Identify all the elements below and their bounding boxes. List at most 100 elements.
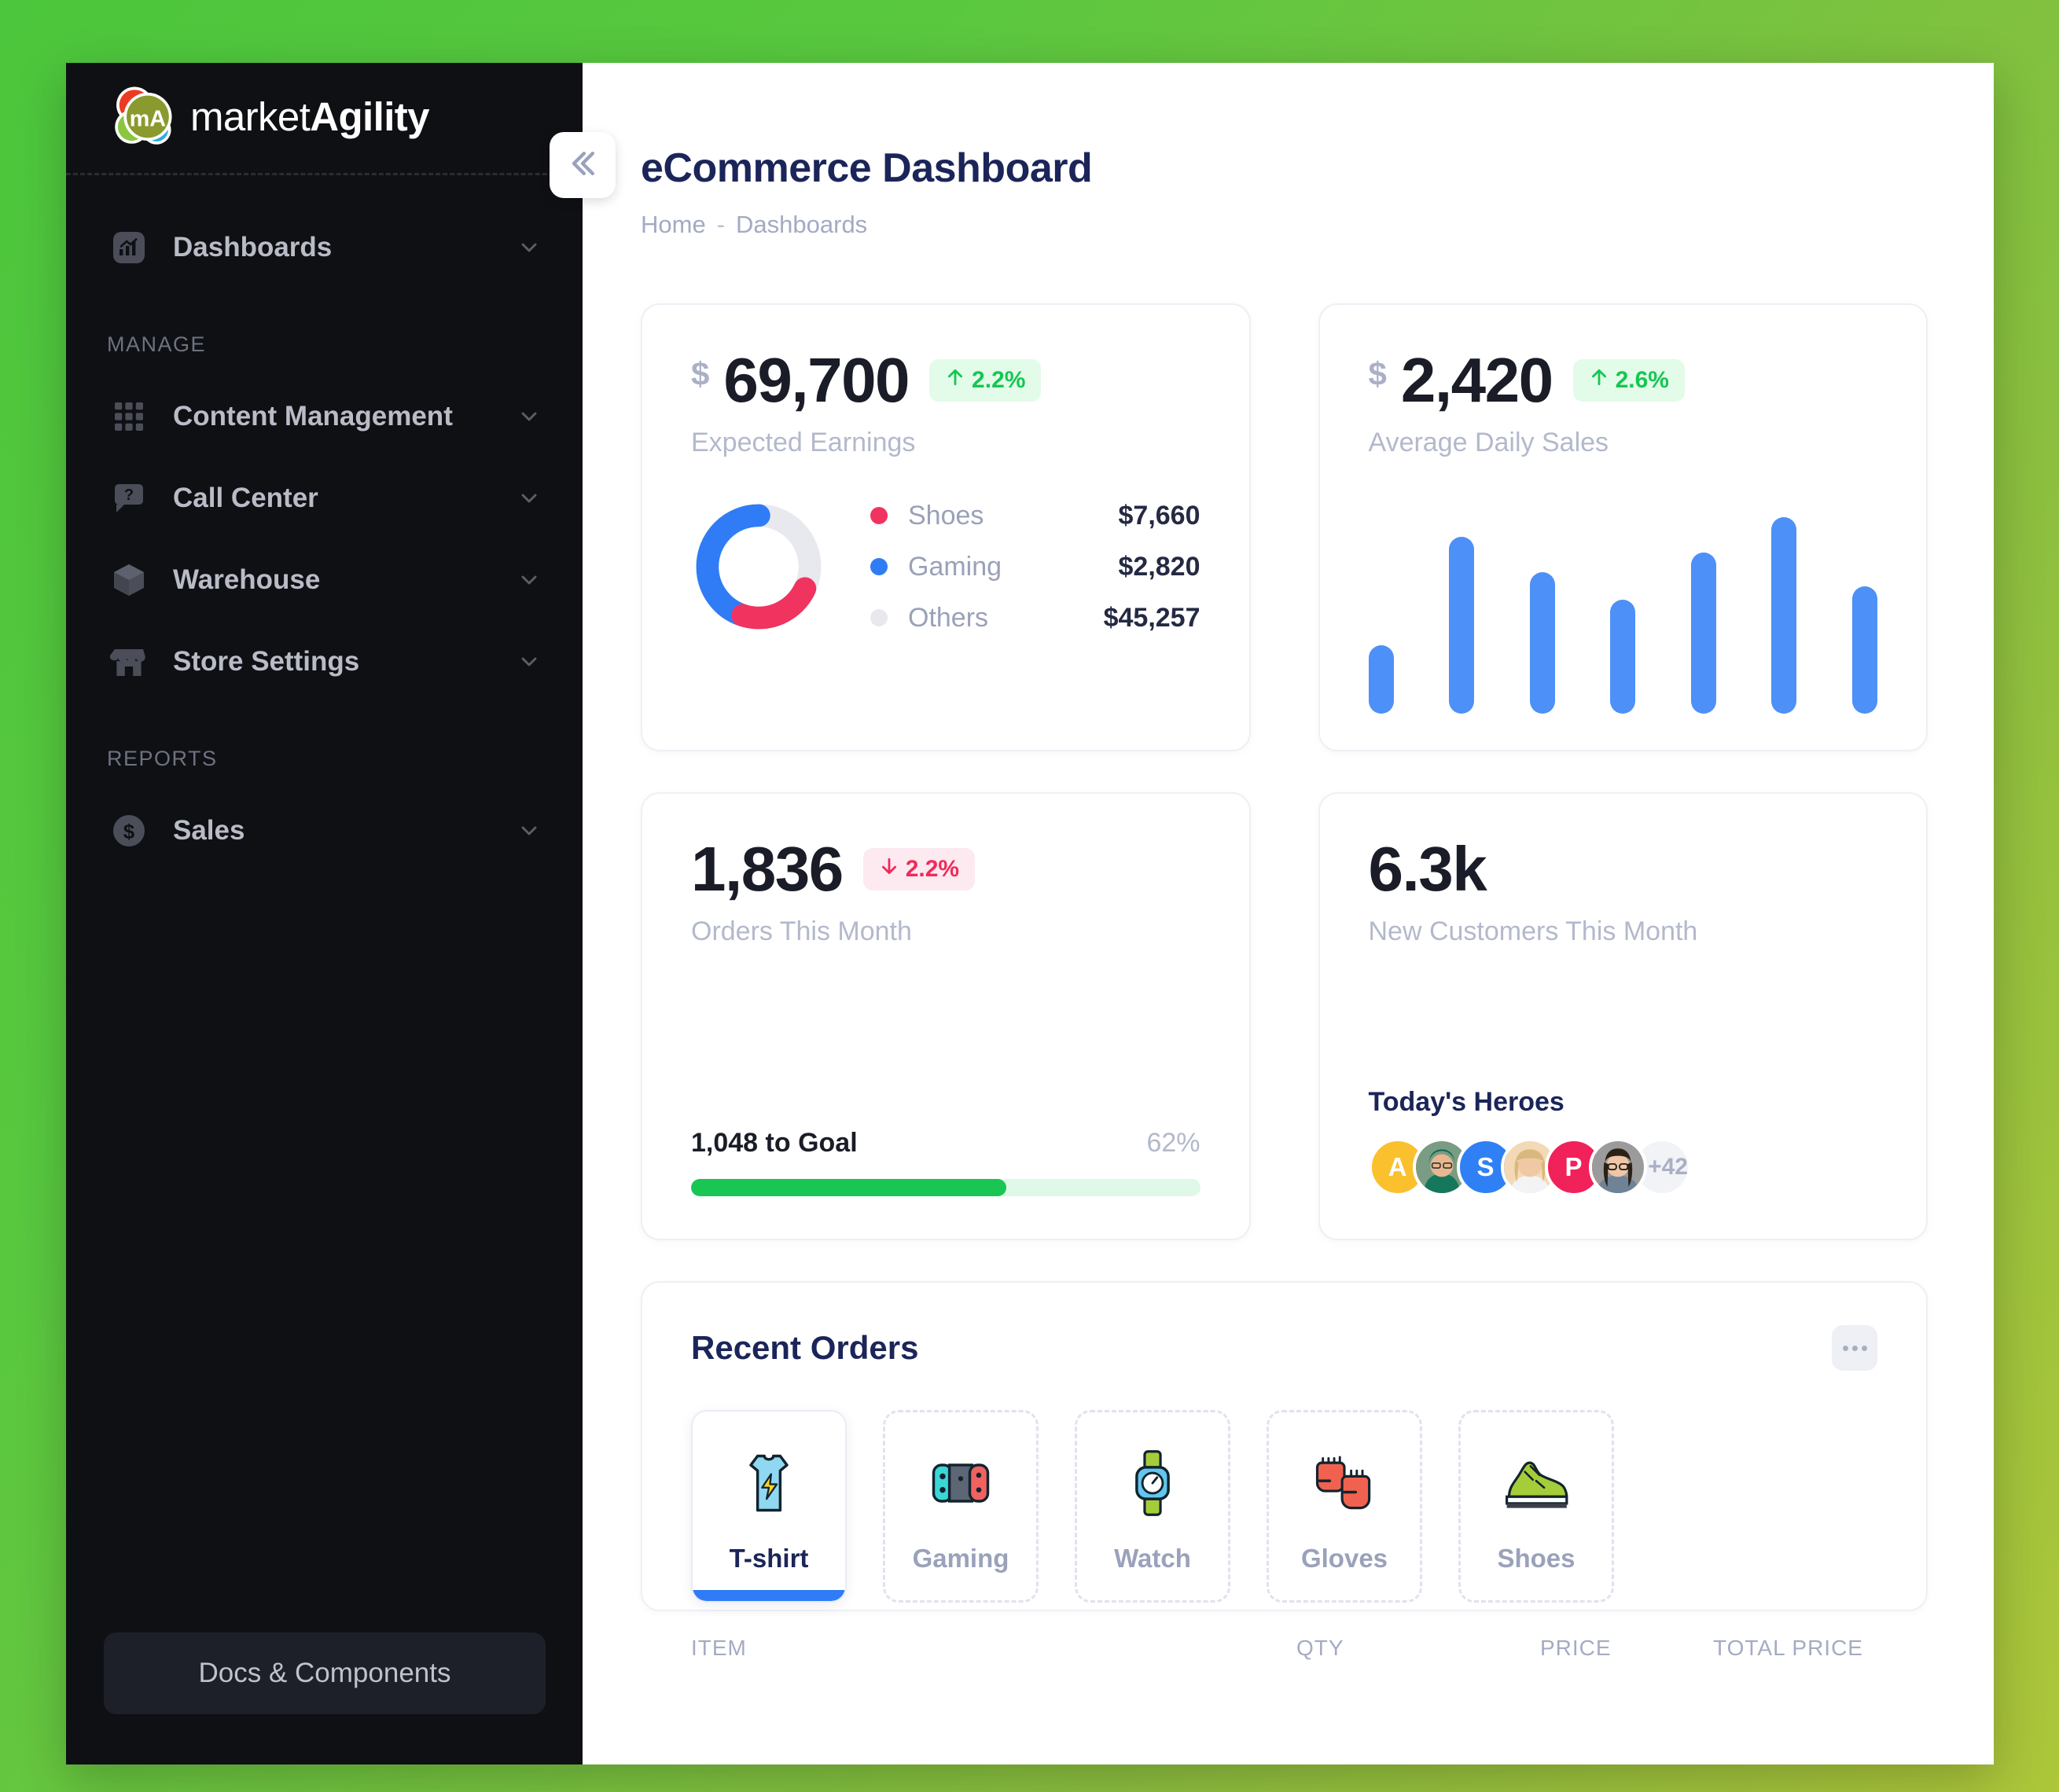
sidebar-item-dashboards[interactable]: Dashboards xyxy=(66,207,583,288)
tab-tshirt[interactable]: T-shirt xyxy=(691,1410,847,1603)
tab-label: Gaming xyxy=(913,1544,1009,1574)
gloves-icon xyxy=(1308,1440,1381,1526)
tab-gaming[interactable]: Gaming xyxy=(883,1410,1039,1603)
tab-shoes[interactable]: Shoes xyxy=(1458,1410,1614,1603)
dot xyxy=(1852,1346,1858,1351)
tab-label: T-shirt xyxy=(730,1544,809,1574)
store-icon xyxy=(107,640,151,684)
legend-value: $2,820 xyxy=(1119,552,1200,582)
bar xyxy=(1852,586,1877,714)
donut-chart xyxy=(691,499,826,634)
chevron-down-icon xyxy=(517,486,542,511)
legend-value: $45,257 xyxy=(1104,603,1200,633)
tab-gloves[interactable]: Gloves xyxy=(1267,1410,1422,1603)
chevron-double-left-icon xyxy=(565,146,600,185)
currency-symbol: $ xyxy=(691,355,709,393)
average-daily-sales-value: 2,420 xyxy=(1401,349,1553,412)
sidebar-item-label: Sales xyxy=(173,815,517,846)
orders-value-row: 1,836 2.2% xyxy=(691,838,1200,901)
sidebar-item-label: Warehouse xyxy=(173,564,517,596)
sidebar-item-label: Store Settings xyxy=(173,646,517,678)
sidebar-item-content-management[interactable]: Content Management xyxy=(66,376,583,457)
sidebar-collapse-button[interactable] xyxy=(550,132,616,198)
sidebar-item-warehouse[interactable]: Warehouse xyxy=(66,539,583,621)
grid-dots-icon xyxy=(107,395,151,439)
brand-logo-area[interactable]: mA marketAgility xyxy=(66,79,583,154)
daily-sales-bar-chart xyxy=(1369,517,1878,714)
sidebar-item-label: Content Management xyxy=(173,401,517,432)
column-header-price: PRICE xyxy=(1540,1636,1713,1661)
legend-item: Others $45,257 xyxy=(870,603,1200,633)
average-daily-sales-value-row: $ 2,420 2.6% xyxy=(1369,349,1878,412)
legend-dot-gaming xyxy=(870,558,888,575)
avatar[interactable] xyxy=(1589,1138,1647,1196)
sidebar-item-store-settings[interactable]: Store Settings xyxy=(66,621,583,703)
orders-this-month-value: 1,836 xyxy=(691,838,843,901)
breadcrumb-separator: - xyxy=(717,211,725,239)
new-customers-value-row: 6.3k xyxy=(1369,838,1878,901)
arrow-up-icon xyxy=(945,367,965,394)
progress-track xyxy=(691,1179,1200,1196)
page-title: eCommerce Dashboard xyxy=(641,145,1928,192)
sidebar-section-label-manage: MANAGE xyxy=(66,332,583,357)
progress-fill xyxy=(691,1179,1006,1196)
legend-item: Shoes $7,660 xyxy=(870,501,1200,531)
legend-label: Others xyxy=(908,603,1104,633)
gamepad-icon xyxy=(925,1440,997,1526)
svg-text:?: ? xyxy=(124,487,134,504)
ellipsis-icon[interactable] xyxy=(1832,1325,1877,1371)
bar xyxy=(1449,537,1474,714)
brand-name-light: market xyxy=(190,94,310,139)
card-orders-this-month: 1,836 2.2% Orders This Month xyxy=(641,792,1251,1240)
progress-header: 1,048 to Goal 62% xyxy=(691,1128,1200,1159)
docs-button-label: Docs & Components xyxy=(199,1658,451,1689)
average-daily-sales-label: Average Daily Sales xyxy=(1369,428,1878,458)
sidebar-item-sales[interactable]: $ Sales xyxy=(66,790,583,872)
chevron-down-icon xyxy=(517,235,542,260)
chevron-down-icon xyxy=(517,567,542,593)
tab-watch[interactable]: Watch xyxy=(1075,1410,1230,1603)
earnings-breakdown: Shoes $7,660 Gaming $2,820 Others xyxy=(691,499,1200,634)
main-content: eCommerce Dashboard Home - Dashboards $ … xyxy=(583,63,1994,1764)
avatar-stack: A S xyxy=(1369,1138,1691,1196)
watch-icon xyxy=(1116,1440,1189,1526)
sidebar-item-call-center[interactable]: ? Call Center xyxy=(66,457,583,539)
cube-icon xyxy=(107,558,151,602)
expected-earnings-value: 69,700 xyxy=(723,349,909,412)
legend-label: Gaming xyxy=(908,552,1119,582)
app-window: mA marketAgility xyxy=(66,63,1994,1764)
breadcrumb-current: Dashboards xyxy=(736,211,867,239)
sidebar-nav: Dashboards MANAGE xyxy=(66,207,583,872)
tab-label: Watch xyxy=(1114,1544,1191,1574)
sidebar: mA marketAgility xyxy=(66,63,583,1764)
recent-orders-title: Recent Orders xyxy=(691,1329,918,1367)
market-agility-logo-icon: mA xyxy=(107,82,187,151)
column-header-item: ITEM xyxy=(691,1636,1296,1661)
recent-orders-header: Recent Orders xyxy=(691,1325,1877,1371)
sidebar-item-label: Call Center xyxy=(173,483,517,514)
breadcrumb: Home - Dashboards xyxy=(641,211,1928,239)
breadcrumb-home[interactable]: Home xyxy=(641,211,706,239)
svg-text:mA: mA xyxy=(130,107,166,132)
tshirt-icon xyxy=(733,1440,805,1526)
bar xyxy=(1771,517,1796,714)
earnings-legend: Shoes $7,660 Gaming $2,820 Others xyxy=(870,501,1200,633)
new-customers-label: New Customers This Month xyxy=(1369,916,1878,947)
delta-value: 2.2% xyxy=(972,367,1025,394)
chevron-down-icon xyxy=(517,404,542,429)
card-recent-orders: Recent Orders xyxy=(641,1281,1928,1611)
sidebar-section-label-reports: REPORTS xyxy=(66,747,583,771)
delta-value: 2.6% xyxy=(1616,367,1669,394)
legend-label: Shoes xyxy=(908,501,1119,531)
currency-symbol: $ xyxy=(1369,355,1387,393)
tab-active-indicator xyxy=(693,1590,845,1601)
sneaker-icon xyxy=(1500,1440,1572,1526)
todays-heroes: Today's Heroes A xyxy=(1369,1087,1691,1196)
docs-and-components-button[interactable]: Docs & Components xyxy=(104,1632,546,1714)
product-category-tabs: T-shirt xyxy=(691,1410,1877,1603)
bar xyxy=(1369,645,1394,714)
expected-earnings-label: Expected Earnings xyxy=(691,428,1200,458)
column-header-qty: QTY xyxy=(1296,1636,1540,1661)
dot xyxy=(1843,1346,1848,1351)
dot xyxy=(1862,1346,1867,1351)
